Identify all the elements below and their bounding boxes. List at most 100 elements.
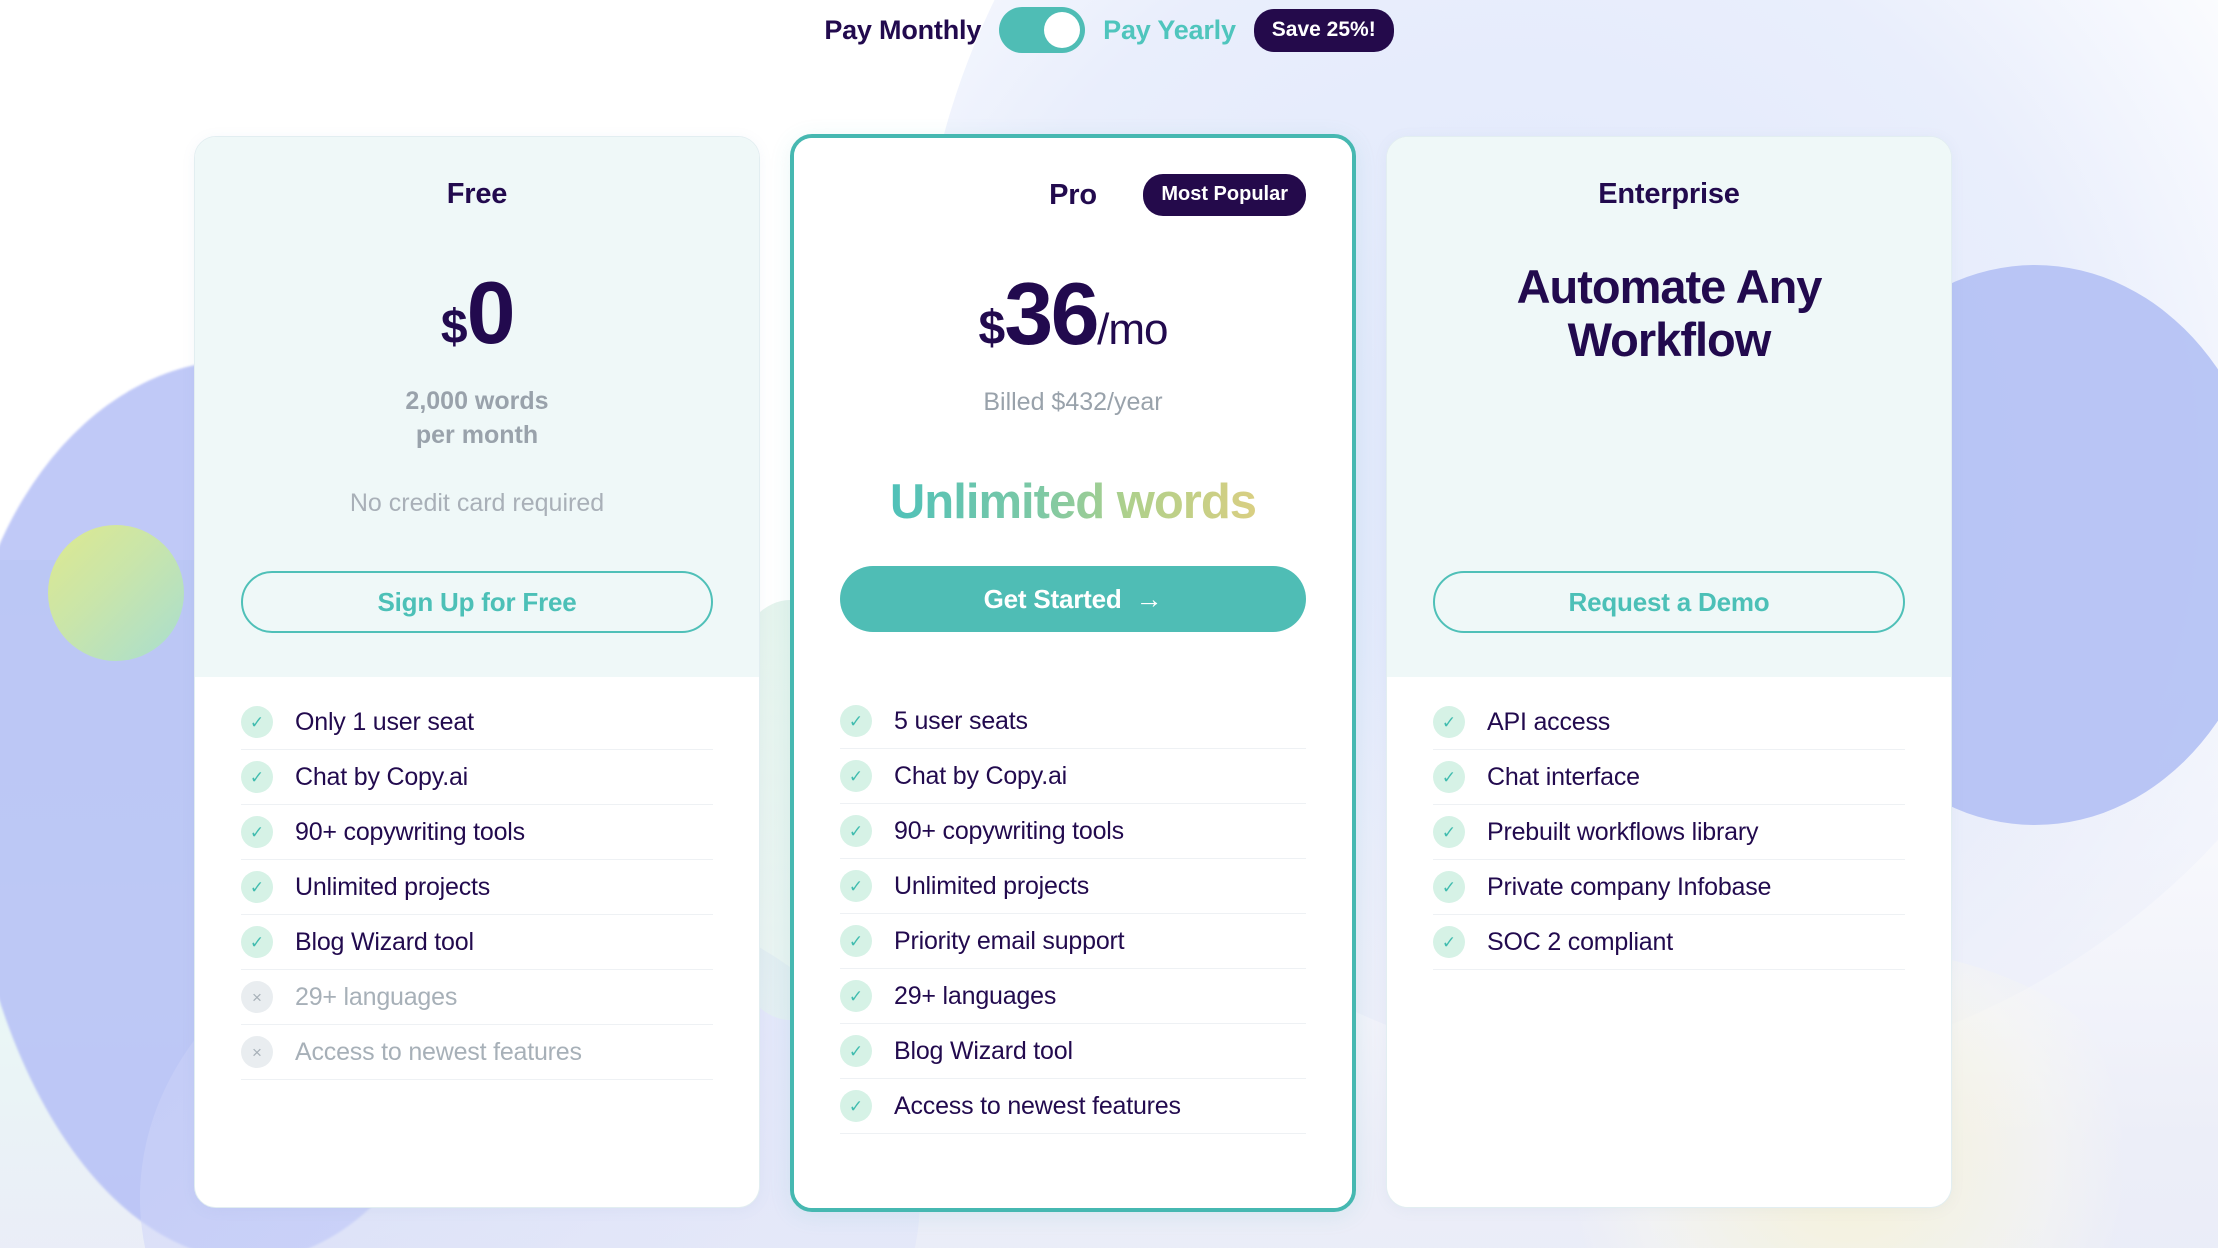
get-started-button[interactable]: Get Started → — [840, 566, 1306, 632]
card-header-enterprise: Enterprise Automate Any Workflow Request… — [1387, 137, 1951, 677]
price-period-pro: /mo — [1097, 305, 1168, 354]
check-icon: ✓ — [241, 871, 273, 903]
feature-label: 90+ copywriting tools — [894, 816, 1124, 845]
feature-label: Private company Infobase — [1487, 872, 1772, 901]
check-icon: ✓ — [840, 815, 872, 847]
feature-label: Chat by Copy.ai — [295, 762, 469, 791]
feature-label: Blog Wizard tool — [894, 1036, 1073, 1065]
feature-item: ✓ Priority email support — [840, 914, 1306, 969]
pay-yearly-label[interactable]: Pay Yearly — [1103, 15, 1236, 46]
save-badge[interactable]: Save 25%! — [1253, 8, 1394, 52]
feature-item: ✓ Chat interface — [1433, 750, 1905, 805]
feature-label: Priority email support — [894, 926, 1125, 955]
feature-item: × Access to newest features — [241, 1025, 713, 1080]
price-block-pro: $ 36 /mo — [978, 264, 1169, 363]
pricing-cards: Free $ 0 2,000 words per month No credit … — [0, 0, 2218, 1248]
plan-title-row-enterprise: Enterprise — [1433, 171, 1905, 217]
check-icon: ✓ — [241, 706, 273, 738]
price-amount-pro: 36 — [1004, 264, 1099, 363]
price-currency-free: $ — [440, 301, 468, 354]
check-icon: ✓ — [840, 705, 872, 737]
cross-icon: × — [241, 981, 273, 1013]
check-icon: ✓ — [1433, 926, 1465, 958]
feature-item: ✓ 29+ languages — [840, 969, 1306, 1024]
feature-label: Access to newest features — [894, 1091, 1181, 1120]
plan-name-free: Free — [446, 177, 508, 210]
plan-title-row-free: Free — [241, 171, 713, 217]
signup-free-button[interactable]: Sign Up for Free — [241, 571, 713, 633]
price-block-free: $ 0 — [440, 263, 516, 362]
request-demo-button[interactable]: Request a Demo — [1433, 571, 1905, 633]
check-icon: ✓ — [840, 870, 872, 902]
feature-item: ✓ Prebuilt workflows library — [1433, 805, 1905, 860]
price-currency-pro: $ — [978, 302, 1006, 355]
credit-card-note-free: No credit card required — [349, 488, 605, 517]
check-icon: ✓ — [1433, 706, 1465, 738]
feature-label: Access to newest features — [295, 1037, 582, 1066]
check-icon: ✓ — [840, 760, 872, 792]
feature-list-enterprise: ✓ API access ✓ Chat interface ✓ Prebuilt… — [1387, 677, 1951, 1207]
most-popular-badge[interactable]: Most Popular — [1143, 174, 1306, 216]
feature-item: ✓ 5 user seats — [840, 694, 1306, 749]
feature-item: ✓ API access — [1433, 695, 1905, 750]
billed-yearly-note-pro: Billed $432/year — [983, 388, 1163, 416]
check-icon: ✓ — [241, 761, 273, 793]
enterprise-headline: Automate Any Workflow — [1516, 260, 1823, 366]
feature-label: Prebuilt workflows library — [1487, 817, 1759, 846]
feature-label: 29+ languages — [894, 981, 1057, 1010]
check-icon: ✓ — [241, 816, 273, 848]
check-icon: ✓ — [840, 980, 872, 1012]
feature-label: Only 1 user seat — [295, 707, 474, 736]
feature-label: 90+ copywriting tools — [295, 817, 525, 846]
feature-label: Chat by Copy.ai — [894, 761, 1068, 790]
pricing-card-enterprise: Enterprise Automate Any Workflow Request… — [1386, 136, 1952, 1208]
unlimited-words-highlight: Unlimited words — [889, 474, 1257, 529]
price-subtext-free: 2,000 words per month — [405, 387, 549, 449]
feature-item: ✓ Blog Wizard tool — [840, 1024, 1306, 1079]
price-amount-free: 0 — [466, 263, 516, 362]
arrow-right-icon: → — [1135, 583, 1163, 614]
pricing-card-pro: Pro Most Popular $ 36 /mo Billed $432/ye… — [790, 134, 1356, 1212]
feature-item: ✓ 90+ copywriting tools — [241, 805, 713, 860]
feature-label: SOC 2 compliant — [1487, 927, 1673, 956]
check-icon: ✓ — [1433, 871, 1465, 903]
feature-label: Unlimited projects — [894, 871, 1090, 900]
check-icon: ✓ — [840, 1090, 872, 1122]
feature-label: 29+ languages — [295, 982, 458, 1011]
feature-item: ✓ Only 1 user seat — [241, 695, 713, 750]
feature-item: ✓ Chat by Copy.ai — [241, 750, 713, 805]
check-icon: ✓ — [840, 1035, 872, 1067]
billing-period-toggle[interactable] — [999, 7, 1086, 53]
card-header-free: Free $ 0 2,000 words per month No credit … — [195, 137, 759, 677]
check-icon: ✓ — [241, 926, 273, 958]
pricing-card-free: Free $ 0 2,000 words per month No credit … — [194, 136, 760, 1208]
feature-list-pro: ✓ 5 user seats ✓ Chat by Copy.ai ✓ 90+ c… — [794, 676, 1352, 1208]
feature-item: ✓ Blog Wizard tool — [241, 915, 713, 970]
plan-name-enterprise: Enterprise — [1598, 177, 1740, 210]
pricing-page: Pay Monthly Pay Yearly Save 25%! Free $ … — [0, 0, 2218, 1248]
plan-name-pro: Pro — [1049, 178, 1097, 211]
check-icon: ✓ — [840, 925, 872, 957]
pay-monthly-label[interactable]: Pay Monthly — [824, 15, 981, 46]
feature-item: ✓ SOC 2 compliant — [1433, 915, 1905, 970]
feature-label: 5 user seats — [894, 706, 1028, 735]
feature-item: ✓ Access to newest features — [840, 1079, 1306, 1134]
feature-item: × 29+ languages — [241, 970, 713, 1025]
feature-label: Blog Wizard tool — [295, 927, 474, 956]
feature-label: Chat interface — [1487, 762, 1640, 791]
toggle-knob — [1044, 12, 1081, 48]
card-header-pro: Pro Most Popular $ 36 /mo Billed $432/ye… — [794, 138, 1352, 676]
check-icon: ✓ — [1433, 761, 1465, 793]
check-icon: ✓ — [1433, 816, 1465, 848]
feature-item: ✓ Chat by Copy.ai — [840, 749, 1306, 804]
feature-item: ✓ Unlimited projects — [840, 859, 1306, 914]
billing-toggle-bar: Pay Monthly Pay Yearly Save 25%! — [0, 0, 2218, 60]
feature-label: Unlimited projects — [295, 872, 491, 901]
feature-item: ✓ Private company Infobase — [1433, 860, 1905, 915]
cross-icon: × — [241, 1036, 273, 1068]
plan-title-row-pro: Pro Most Popular — [840, 172, 1306, 218]
feature-item: ✓ Unlimited projects — [241, 860, 713, 915]
feature-list-free: ✓ Only 1 user seat ✓ Chat by Copy.ai ✓ 9… — [195, 677, 759, 1207]
feature-label: API access — [1487, 707, 1611, 736]
get-started-label: Get Started — [983, 583, 1122, 614]
